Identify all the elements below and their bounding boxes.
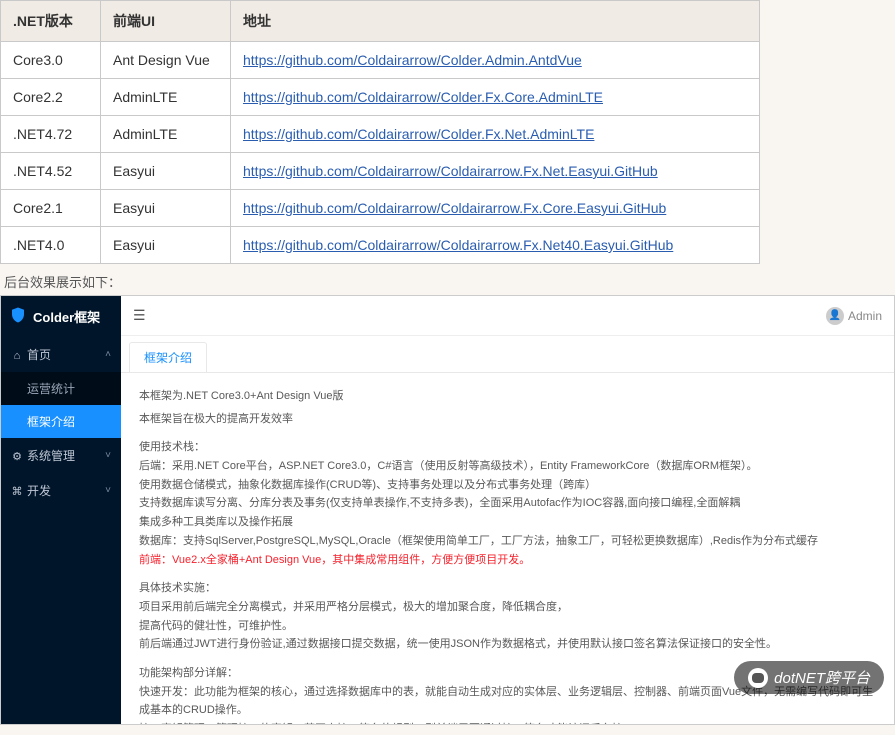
cell-url: https://github.com/Coldairarrow/Coldaira…: [231, 190, 760, 227]
shield-icon: [9, 306, 27, 327]
home-icon: ⌂: [11, 350, 23, 362]
wechat-icon: [748, 668, 768, 688]
sidebar-sub-stats[interactable]: 运营统计: [1, 372, 121, 405]
avatar-icon: 👤: [826, 307, 844, 325]
main-area: ☰ 👤 Admin 框架介绍 本框架为.NET Core3.0+Ant Desi…: [121, 296, 894, 724]
doc-line: 项目采用前后端完全分离模式，并采用严格分层模式，极大的增加聚合度，降低耦合度，: [139, 598, 876, 617]
caption-below-table: 后台效果展示如下：: [4, 272, 895, 291]
repo-link[interactable]: https://github.com/Coldairarrow/Colder.F…: [243, 126, 594, 142]
doc-line: 数据库：支持SqlServer,PostgreSQL,MySQL,Oracle（…: [139, 532, 876, 551]
doc-line: 使用数据仓储模式，抽象化数据库操作(CRUD等)、支持事务处理以及分布式事务处理…: [139, 476, 876, 495]
cell-url: https://github.com/Coldairarrow/Colder.F…: [231, 79, 760, 116]
menu-collapse-icon[interactable]: ☰: [133, 307, 146, 324]
watermark-text: dotNET跨平台: [774, 667, 870, 688]
brand[interactable]: Colder框架: [1, 296, 121, 337]
repo-link[interactable]: https://github.com/Coldairarrow/Coldaira…: [243, 200, 666, 216]
repo-link[interactable]: https://github.com/Coldairarrow/Colder.A…: [243, 52, 582, 68]
doc-line: 后端：采用.NET Core平台，ASP.NET Core3.0，C#语言（使用…: [139, 457, 876, 476]
tabbar: 框架介绍: [121, 336, 894, 373]
table-header-row: .NET版本 前端UI 地址: [1, 1, 760, 42]
cell-ui: AdminLTE: [101, 116, 231, 153]
cell-version: Core3.0: [1, 42, 101, 79]
doc-line: 支持数据库读写分离、分库分表及事务(仅支持单表操作,不支持多表)，全面采用Aut…: [139, 494, 876, 513]
sidebar: Colder框架 ⌂ 首页 ˄ 运营统计 框架介绍 ⚙ 系统管理 ˅ ⌘ 开发 ˅: [1, 296, 121, 724]
sidebar-item-dev[interactable]: ⌘ 开发 ˅: [1, 473, 121, 508]
doc-line: 接口密钥管理：管理接口的密钥，若开启接口签名的规则，则前端需要通过接口签名才能访…: [139, 720, 876, 724]
chevron-up-icon: ˄: [105, 349, 111, 360]
chevron-down-icon: ˅: [105, 485, 111, 496]
code-icon: ⌘: [11, 485, 23, 498]
brand-text: Colder框架: [33, 307, 100, 326]
framework-table: .NET版本 前端UI 地址 Core3.0Ant Design Vue http…: [0, 0, 760, 264]
doc-heading: 具体技术实施：: [139, 579, 876, 598]
cell-version: Core2.2: [1, 79, 101, 116]
sidebar-item-label: 首页: [27, 348, 51, 362]
cell-url: https://github.com/Coldairarrow/Colder.F…: [231, 116, 760, 153]
th-version: .NET版本: [1, 1, 101, 42]
doc-line: 前后端通过JWT进行身份验证,通过数据接口提交数据，统一使用JSON作为数据格式…: [139, 635, 876, 654]
tab-intro[interactable]: 框架介绍: [129, 342, 207, 372]
cell-url: https://github.com/Coldairarrow/Coldaira…: [231, 227, 760, 264]
cell-url: https://github.com/Coldairarrow/Coldaira…: [231, 153, 760, 190]
cell-ui: Easyui: [101, 153, 231, 190]
repo-link[interactable]: https://github.com/Coldairarrow/Coldaira…: [243, 163, 658, 179]
table-row: Core2.1Easyui https://github.com/Coldaira…: [1, 190, 760, 227]
th-ui: 前端UI: [101, 1, 231, 42]
user-chip[interactable]: 👤 Admin: [826, 307, 882, 325]
cell-url: https://github.com/Coldairarrow/Colder.A…: [231, 42, 760, 79]
admin-screenshot: Colder框架 ⌂ 首页 ˄ 运营统计 框架介绍 ⚙ 系统管理 ˅ ⌘ 开发 ˅ ☰…: [0, 295, 895, 725]
table-row: Core2.2AdminLTE https://github.com/Coldai…: [1, 79, 760, 116]
table-row: .NET4.52Easyui https://github.com/Coldair…: [1, 153, 760, 190]
chevron-down-icon: ˅: [105, 450, 111, 461]
doc-line: 本框架为.NET Core3.0+Ant Design Vue版: [139, 387, 876, 406]
table-row: .NET4.72AdminLTE https://github.com/Colda…: [1, 116, 760, 153]
repo-link[interactable]: https://github.com/Coldairarrow/Coldaira…: [243, 237, 673, 253]
sidebar-item-home[interactable]: ⌂ 首页 ˄: [1, 337, 121, 372]
topbar: ☰ 👤 Admin: [121, 296, 894, 336]
cell-version: .NET4.52: [1, 153, 101, 190]
doc-line: 提高代码的健壮性，可维护性。: [139, 617, 876, 636]
cell-version: Core2.1: [1, 190, 101, 227]
gear-icon: ⚙: [11, 450, 23, 463]
cell-ui: AdminLTE: [101, 79, 231, 116]
cell-ui: Easyui: [101, 227, 231, 264]
doc-line-highlight: 前端：Vue2.x全家桶+Ant Design Vue，其中集成常用组件，方便方…: [139, 551, 876, 570]
cell-version: .NET4.0: [1, 227, 101, 264]
doc-line: 集成多种工具类库以及操作拓展: [139, 513, 876, 532]
watermark: dotNET跨平台: [734, 661, 884, 694]
cell-version: .NET4.72: [1, 116, 101, 153]
repo-link[interactable]: https://github.com/Coldairarrow/Colder.F…: [243, 89, 603, 105]
doc-heading: 使用技术栈：: [139, 438, 876, 457]
cell-ui: Easyui: [101, 190, 231, 227]
table-row: .NET4.0Easyui https://github.com/Coldaira…: [1, 227, 760, 264]
cell-ui: Ant Design Vue: [101, 42, 231, 79]
doc-line: 本框架旨在极大的提高开发效率: [139, 410, 876, 429]
sidebar-item-label: 开发: [27, 484, 51, 498]
sidebar-item-label: 系统管理: [27, 449, 75, 463]
sidebar-item-system[interactable]: ⚙ 系统管理 ˅: [1, 438, 121, 473]
username: Admin: [848, 309, 882, 323]
sidebar-sub-intro[interactable]: 框架介绍: [1, 405, 121, 438]
table-row: Core3.0Ant Design Vue https://github.com/…: [1, 42, 760, 79]
th-url: 地址: [231, 1, 760, 42]
